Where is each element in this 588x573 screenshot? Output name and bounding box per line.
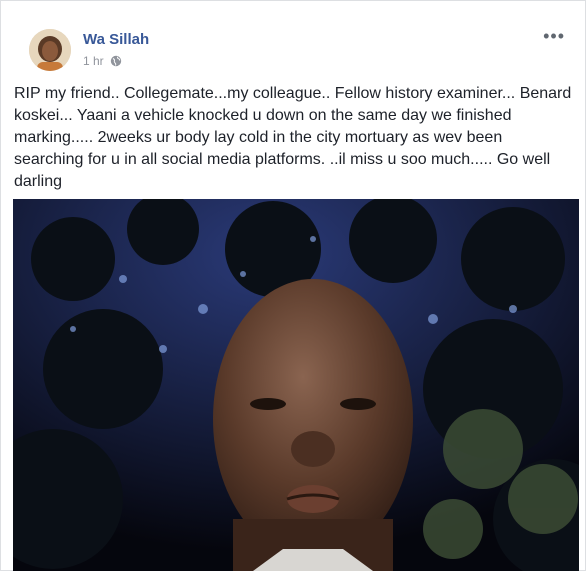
author-name[interactable]: Wa Sillah <box>83 31 149 48</box>
post-time[interactable]: 1 hr <box>83 54 104 68</box>
globe-icon[interactable] <box>110 55 122 67</box>
post-photo[interactable] <box>13 199 579 571</box>
avatar-image <box>29 29 71 71</box>
photo-image <box>13 199 579 571</box>
more-options-button[interactable]: ••• <box>543 26 565 47</box>
post-text: RIP my friend.. Collegemate...my colleag… <box>14 85 572 190</box>
avatar[interactable] <box>29 29 71 71</box>
post-card: Wa Sillah 1 hr ••• RIP my friend.. Colle… <box>0 0 586 571</box>
post-meta: 1 hr <box>83 54 122 68</box>
